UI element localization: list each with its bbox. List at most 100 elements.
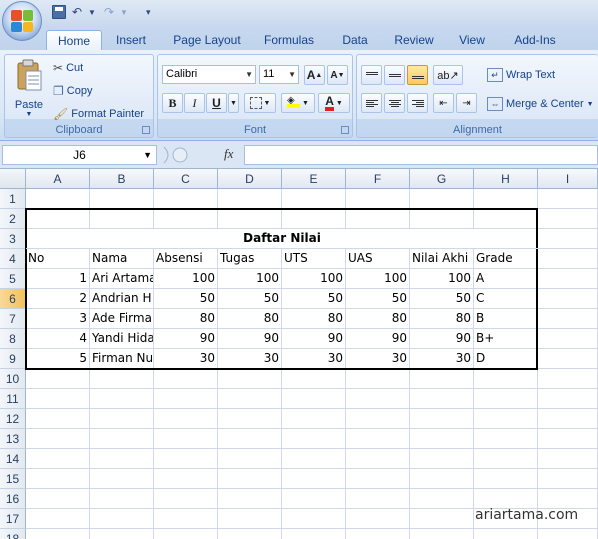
cell-f8[interactable]: 90 xyxy=(346,329,410,349)
header-cell[interactable]: No xyxy=(26,249,90,269)
cell-b5[interactable]: Ari Artama xyxy=(90,269,154,289)
cell-e8[interactable]: 90 xyxy=(282,329,346,349)
cell-g18[interactable] xyxy=(410,529,474,539)
column-header-g[interactable]: G xyxy=(410,169,474,189)
row-header-15[interactable]: 15 xyxy=(0,469,26,489)
cell-f7[interactable]: 80 xyxy=(346,309,410,329)
borders-button[interactable]: ▼ xyxy=(244,93,276,113)
font-launcher-icon[interactable] xyxy=(341,126,349,134)
cell-h11[interactable] xyxy=(474,389,538,409)
tab-view[interactable]: View xyxy=(452,30,492,50)
align-center-button[interactable] xyxy=(384,93,405,113)
cell-i1[interactable] xyxy=(538,189,598,209)
cell-e2[interactable] xyxy=(282,209,346,229)
cell-h16[interactable] xyxy=(474,489,538,509)
redo-dropdown-icon[interactable]: ▼ xyxy=(120,4,128,20)
cell-d6[interactable]: 50 xyxy=(218,289,282,309)
column-header-e[interactable]: E xyxy=(282,169,346,189)
clipboard-launcher-icon[interactable] xyxy=(142,126,150,134)
row-header-18[interactable]: 18 xyxy=(0,529,26,539)
cell-e13[interactable] xyxy=(282,429,346,449)
cell-i8[interactable] xyxy=(538,329,598,349)
cell-i3[interactable] xyxy=(538,229,598,249)
cell-e6[interactable]: 50 xyxy=(282,289,346,309)
top-align-button[interactable] xyxy=(361,65,382,85)
row-header-11[interactable]: 11 xyxy=(0,389,26,409)
row-header-14[interactable]: 14 xyxy=(0,449,26,469)
cell-i6[interactable] xyxy=(538,289,598,309)
bold-button[interactable]: B xyxy=(162,93,183,113)
cell-a7[interactable]: 3 xyxy=(26,309,90,329)
cell-d9[interactable]: 30 xyxy=(218,349,282,369)
cell-g15[interactable] xyxy=(410,469,474,489)
row-header-13[interactable]: 13 xyxy=(0,429,26,449)
cell-c5[interactable]: 100 xyxy=(154,269,218,289)
cell-f1[interactable] xyxy=(346,189,410,209)
cell-g14[interactable] xyxy=(410,449,474,469)
cell-h9[interactable]: D xyxy=(474,349,538,369)
cell-a9[interactable]: 5 xyxy=(26,349,90,369)
cell-f2[interactable] xyxy=(346,209,410,229)
cell-a8[interactable]: 4 xyxy=(26,329,90,349)
cell-d15[interactable] xyxy=(218,469,282,489)
cell-a14[interactable] xyxy=(26,449,90,469)
formula-input[interactable] xyxy=(244,145,598,165)
column-header-h[interactable]: H xyxy=(474,169,538,189)
cell-h7[interactable]: B xyxy=(474,309,538,329)
column-header-b[interactable]: B xyxy=(90,169,154,189)
cell-h5[interactable]: A xyxy=(474,269,538,289)
tab-insert[interactable]: Insert xyxy=(108,30,154,50)
align-right-button[interactable] xyxy=(407,93,428,113)
orientation-button[interactable]: ab↗ xyxy=(433,65,463,85)
cell-h15[interactable] xyxy=(474,469,538,489)
cell-e16[interactable] xyxy=(282,489,346,509)
underline-button[interactable]: U xyxy=(206,93,227,113)
fill-color-button[interactable]: ◈ ▼ xyxy=(281,93,315,113)
undo-dropdown-icon[interactable]: ▼ xyxy=(88,4,96,20)
row-header-1[interactable]: 1 xyxy=(0,189,26,209)
cell-d8[interactable]: 90 xyxy=(218,329,282,349)
cell-c17[interactable] xyxy=(154,509,218,529)
cell-c2[interactable] xyxy=(154,209,218,229)
align-left-button[interactable] xyxy=(361,93,382,113)
cell-f12[interactable] xyxy=(346,409,410,429)
cell-a13[interactable] xyxy=(26,429,90,449)
name-box[interactable]: J6 ▼ xyxy=(2,145,157,165)
cell-f6[interactable]: 50 xyxy=(346,289,410,309)
cell-g16[interactable] xyxy=(410,489,474,509)
cell-e12[interactable] xyxy=(282,409,346,429)
cell-e7[interactable]: 80 xyxy=(282,309,346,329)
cell-c6[interactable]: 50 xyxy=(154,289,218,309)
merge-center-button[interactable]: ⇔ Merge & Center ▼ xyxy=(487,97,594,111)
cell-g6[interactable]: 50 xyxy=(410,289,474,309)
shrink-font-button[interactable]: A ▼ xyxy=(327,65,348,85)
cell-b10[interactable] xyxy=(90,369,154,389)
cell-e5[interactable]: 100 xyxy=(282,269,346,289)
cell-i15[interactable] xyxy=(538,469,598,489)
cell-e1[interactable] xyxy=(282,189,346,209)
cell-a1[interactable] xyxy=(26,189,90,209)
cell-h6[interactable]: C xyxy=(474,289,538,309)
cell-b9[interactable]: Firman Nu xyxy=(90,349,154,369)
select-all-corner[interactable] xyxy=(0,169,26,189)
cell-g11[interactable] xyxy=(410,389,474,409)
copy-button[interactable]: ❐ Copy xyxy=(53,84,92,98)
row-header-5[interactable]: 5 xyxy=(0,269,26,289)
cell-d2[interactable] xyxy=(218,209,282,229)
column-header-c[interactable]: C xyxy=(154,169,218,189)
row-header-6[interactable]: 6 xyxy=(0,289,26,309)
format-painter-button[interactable]: 🖌 Format Painter xyxy=(53,107,144,121)
cell-c10[interactable] xyxy=(154,369,218,389)
cell-i5[interactable] xyxy=(538,269,598,289)
cell-b11[interactable] xyxy=(90,389,154,409)
row-header-8[interactable]: 8 xyxy=(0,329,26,349)
row-header-7[interactable]: 7 xyxy=(0,309,26,329)
cell-d16[interactable] xyxy=(218,489,282,509)
bottom-align-button[interactable] xyxy=(407,65,428,85)
row-header-10[interactable]: 10 xyxy=(0,369,26,389)
redo-icon[interactable]: ↷ xyxy=(104,4,114,20)
cell-i10[interactable] xyxy=(538,369,598,389)
cell-g12[interactable] xyxy=(410,409,474,429)
cell-f5[interactable]: 100 xyxy=(346,269,410,289)
cell-i14[interactable] xyxy=(538,449,598,469)
